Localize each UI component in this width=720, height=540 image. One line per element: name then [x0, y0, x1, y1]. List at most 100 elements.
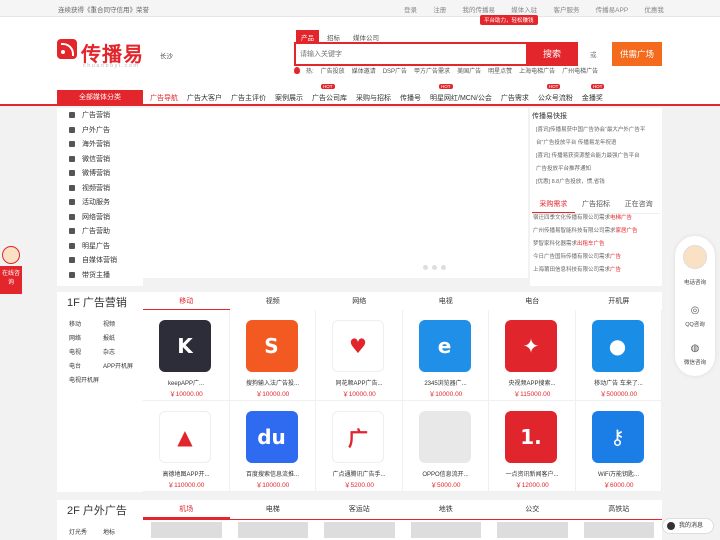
category-item[interactable]: 广告营助	[57, 224, 143, 239]
product-card[interactable]: e 2345浏览器广... ￥10000.00	[402, 310, 489, 401]
category-item[interactable]: 带货主播	[57, 268, 143, 283]
product-card[interactable]: ✦ 央视频APP搜索... ￥115000.00	[489, 310, 576, 401]
category-item[interactable]: 微信营销	[57, 152, 143, 167]
tab-tender[interactable]: 广告招标	[575, 199, 618, 213]
register-link[interactable]: 注册	[433, 4, 446, 14]
discount-link[interactable]: 优惠我	[644, 4, 664, 14]
category-item[interactable]: 自媒体营销	[57, 253, 143, 268]
thumb-image[interactable]	[151, 522, 222, 538]
hot-word[interactable]: 上海电梯广告	[519, 66, 555, 75]
floor-sub-link[interactable]: 杂志	[103, 346, 137, 360]
search-input[interactable]	[300, 48, 515, 61]
nav-item[interactable]: 金播奖 HOT	[582, 84, 605, 103]
hot-word[interactable]: 甲方广告需求	[414, 66, 450, 75]
demand-item[interactable]: 梦智家科化器需求出租车广告	[533, 238, 661, 251]
customer-service-link[interactable]: 客户服务	[553, 4, 579, 14]
floor-tab[interactable]: 电台	[489, 296, 576, 311]
nav-item[interactable]: 广告需求	[501, 93, 529, 103]
tab-consulting[interactable]: 正在咨询	[617, 199, 660, 213]
floor-tab[interactable]: 客运站	[316, 504, 403, 519]
online-consult-float[interactable]: 在线咨询	[0, 246, 22, 294]
thumb-image[interactable]	[324, 522, 395, 538]
product-card[interactable]: 1. 一点资讯新闻客户... ￥12000.00	[489, 401, 576, 492]
floor-sub-link[interactable]: 灯光秀	[69, 526, 103, 540]
media-join-link[interactable]: 媒体入驻	[511, 4, 537, 14]
thumb-image[interactable]	[410, 522, 481, 538]
product-card[interactable]: ⚷ WiFi万能钥匙... ￥6000.00	[575, 401, 662, 492]
wechat-consult[interactable]: 微信咨询	[675, 358, 715, 366]
nav-item[interactable]: 公众号流粉 HOT	[538, 84, 573, 103]
category-item[interactable]: 网络营销	[57, 210, 143, 225]
hot-word[interactable]: 媒体邀请	[352, 66, 376, 75]
category-item[interactable]: 视频营销	[57, 181, 143, 196]
news-item[interactable]: 台”广告投放平台 传播易龙年祝语	[536, 137, 660, 150]
nav-item[interactable]: 明星网红/MCN/公会 HOT	[430, 84, 492, 103]
floor-sub-link[interactable]: APP开机屏	[103, 360, 137, 374]
product-card[interactable]: 广广点通腾讯广告手... ￥5200.00	[316, 401, 403, 492]
thumb-image[interactable]	[497, 522, 568, 538]
carousel-dot[interactable]	[441, 265, 446, 270]
carousel-dot[interactable]	[432, 265, 437, 270]
carousel-dot[interactable]	[423, 265, 428, 270]
product-card[interactable]: OPPO信息流开... ￥5000.00	[402, 401, 489, 492]
demand-item[interactable]: 宿迁四季文化传播有限公司需求电梯广告	[533, 212, 661, 225]
news-item[interactable]: [优惠] 8.8广告投放，惯,省钱	[536, 176, 660, 189]
search-button[interactable]: 搜索	[526, 42, 578, 66]
qq-consult[interactable]: QQ咨询	[675, 320, 715, 328]
floor-sub-link[interactable]: 地标	[103, 526, 137, 540]
thumb-image[interactable]	[237, 522, 308, 538]
my-account-link[interactable]: 我的传播易	[462, 4, 495, 14]
nav-item[interactable]: 广告公司库 HOT	[312, 84, 347, 103]
floor-tab[interactable]: 移动	[143, 296, 230, 311]
product-card[interactable]: ▲ 高德地图APP开... ￥110000.00	[143, 401, 230, 492]
floor-tab[interactable]: 电梯	[230, 504, 317, 519]
product-card[interactable]: du 百度搜索信息流推... ￥10000.00	[229, 401, 316, 492]
hot-word[interactable]: 广告投放	[321, 66, 345, 75]
floor-sub-link[interactable]: 网络	[69, 332, 103, 346]
all-categories-button[interactable]: 全部媒体分类	[57, 90, 143, 106]
thumb-image[interactable]	[583, 522, 654, 538]
nav-item[interactable]: 广告大客户	[187, 93, 222, 103]
floor-sub-link[interactable]: 视频	[103, 318, 137, 332]
floor-sub-link[interactable]: 电台	[69, 360, 103, 374]
site-logo[interactable]: 传播易 chuanboyi.com	[57, 39, 147, 75]
news-item[interactable]: [喜讯] 传播易获资源整合能力最强广告平台	[536, 150, 660, 163]
product-card[interactable]: ● 移动广告 车来了... ￥500000.00	[575, 310, 662, 401]
nav-item[interactable]: 广告导航	[150, 93, 178, 103]
hot-word[interactable]: 广州电梯广告	[562, 66, 598, 75]
banner-carousel[interactable]	[143, 108, 528, 278]
category-item[interactable]: 户外广告	[57, 123, 143, 138]
category-item[interactable]: 微博营销	[57, 166, 143, 181]
category-item[interactable]: 广告营销	[57, 108, 143, 123]
floor-sub-link[interactable]: 电视开机屏	[69, 374, 103, 388]
hot-word[interactable]: 明星点赞	[488, 66, 512, 75]
floor-tab[interactable]: 开机屏	[576, 296, 663, 311]
nav-item[interactable]: 广告主评价	[231, 93, 266, 103]
floor-tab[interactable]: 地铁	[403, 504, 490, 519]
app-link[interactable]: 传播易APP	[596, 4, 629, 14]
floor-sub-link[interactable]: 报纸	[103, 332, 137, 346]
product-card[interactable]: ♥ 同花顺APP广告... ￥10000.00	[316, 310, 403, 401]
floor-tab[interactable]: 视频	[230, 296, 317, 311]
floor-tab[interactable]: 高铁站	[576, 504, 663, 519]
nav-item[interactable]: 案例展示	[275, 93, 303, 103]
category-item[interactable]: 明星广告	[57, 239, 143, 254]
supply-square-button[interactable]: 供需广场	[612, 42, 662, 66]
my-messages-button[interactable]: 我的消息	[662, 518, 714, 534]
nav-item[interactable]: 采购与招标	[356, 93, 391, 103]
floor-tab[interactable]: 机场	[143, 504, 230, 519]
tab-purchase-demand[interactable]: 采购需求	[532, 199, 575, 213]
hot-word[interactable]: DSP广告	[383, 66, 407, 75]
floor-tab[interactable]: 电视	[403, 296, 490, 311]
floor-sub-link[interactable]: 移动	[69, 318, 103, 332]
demand-item[interactable]: 广州传播易智能科技有限公司需求家居广告	[533, 225, 661, 238]
hot-word[interactable]: 美国广告	[457, 66, 481, 75]
demand-item[interactable]: 今日广告国际传播有限公司需求广告	[533, 251, 661, 264]
floor-sub-link[interactable]: 电视	[69, 346, 103, 360]
category-item[interactable]: 活动服务	[57, 195, 143, 210]
floor-tab[interactable]: 网络	[316, 296, 403, 311]
login-link[interactable]: 登录	[404, 4, 417, 14]
nav-item[interactable]: 传播号	[400, 93, 421, 103]
city-selector[interactable]: 长沙	[160, 50, 173, 60]
category-item[interactable]: 海外营销	[57, 137, 143, 152]
